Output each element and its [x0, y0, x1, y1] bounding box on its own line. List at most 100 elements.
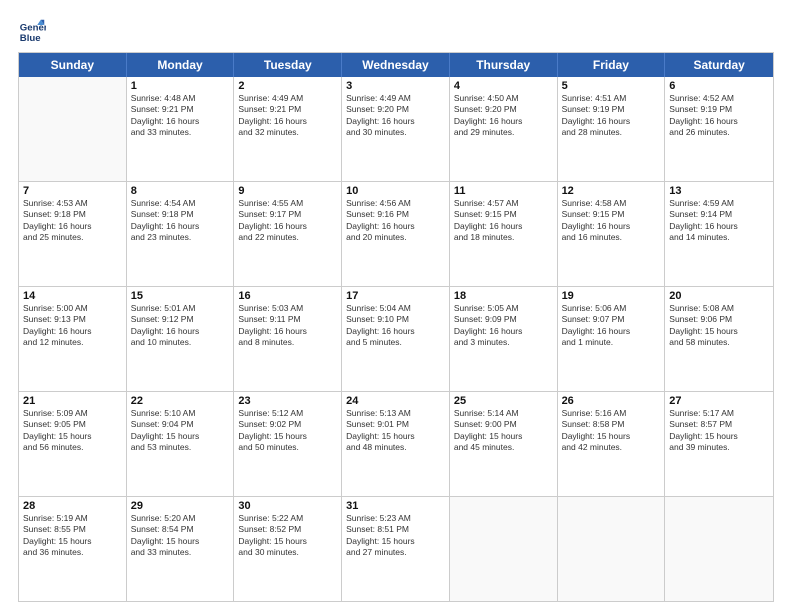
cal-cell-14: 14Sunrise: 5:00 AM Sunset: 9:13 PM Dayli… — [19, 287, 127, 391]
cell-info-19: Sunrise: 5:06 AM Sunset: 9:07 PM Dayligh… — [562, 303, 661, 349]
cell-info-13: Sunrise: 4:59 AM Sunset: 9:14 PM Dayligh… — [669, 198, 769, 244]
cal-cell-16: 16Sunrise: 5:03 AM Sunset: 9:11 PM Dayli… — [234, 287, 342, 391]
cell-info-28: Sunrise: 5:19 AM Sunset: 8:55 PM Dayligh… — [23, 513, 122, 559]
cell-date-27: 27 — [669, 395, 769, 407]
cal-cell-13: 13Sunrise: 4:59 AM Sunset: 9:14 PM Dayli… — [665, 182, 773, 286]
cell-date-24: 24 — [346, 395, 445, 407]
cell-info-15: Sunrise: 5:01 AM Sunset: 9:12 PM Dayligh… — [131, 303, 230, 349]
cal-cell-7: 7Sunrise: 4:53 AM Sunset: 9:18 PM Daylig… — [19, 182, 127, 286]
cell-info-25: Sunrise: 5:14 AM Sunset: 9:00 PM Dayligh… — [454, 408, 553, 454]
cal-cell-29: 29Sunrise: 5:20 AM Sunset: 8:54 PM Dayli… — [127, 497, 235, 601]
cell-date-26: 26 — [562, 395, 661, 407]
cell-date-6: 6 — [669, 80, 769, 92]
cal-cell-11: 11Sunrise: 4:57 AM Sunset: 9:15 PM Dayli… — [450, 182, 558, 286]
cal-cell-1: 1Sunrise: 4:48 AM Sunset: 9:21 PM Daylig… — [127, 77, 235, 181]
cal-cell-30: 30Sunrise: 5:22 AM Sunset: 8:52 PM Dayli… — [234, 497, 342, 601]
cal-cell-2: 2Sunrise: 4:49 AM Sunset: 9:21 PM Daylig… — [234, 77, 342, 181]
cell-info-27: Sunrise: 5:17 AM Sunset: 8:57 PM Dayligh… — [669, 408, 769, 454]
cal-cell-28: 28Sunrise: 5:19 AM Sunset: 8:55 PM Dayli… — [19, 497, 127, 601]
calendar-row-3: 14Sunrise: 5:00 AM Sunset: 9:13 PM Dayli… — [19, 287, 773, 392]
cell-info-29: Sunrise: 5:20 AM Sunset: 8:54 PM Dayligh… — [131, 513, 230, 559]
cal-cell-4: 4Sunrise: 4:50 AM Sunset: 9:20 PM Daylig… — [450, 77, 558, 181]
cell-date-13: 13 — [669, 185, 769, 197]
cal-cell-empty-0-0 — [19, 77, 127, 181]
cell-info-17: Sunrise: 5:04 AM Sunset: 9:10 PM Dayligh… — [346, 303, 445, 349]
cal-cell-24: 24Sunrise: 5:13 AM Sunset: 9:01 PM Dayli… — [342, 392, 450, 496]
header-day-wednesday: Wednesday — [342, 53, 450, 77]
cell-date-18: 18 — [454, 290, 553, 302]
cell-info-8: Sunrise: 4:54 AM Sunset: 9:18 PM Dayligh… — [131, 198, 230, 244]
calendar-row-2: 7Sunrise: 4:53 AM Sunset: 9:18 PM Daylig… — [19, 182, 773, 287]
cell-date-3: 3 — [346, 80, 445, 92]
cell-date-17: 17 — [346, 290, 445, 302]
cell-info-23: Sunrise: 5:12 AM Sunset: 9:02 PM Dayligh… — [238, 408, 337, 454]
cell-date-15: 15 — [131, 290, 230, 302]
cell-date-14: 14 — [23, 290, 122, 302]
calendar-row-1: 1Sunrise: 4:48 AM Sunset: 9:21 PM Daylig… — [19, 77, 773, 182]
cell-date-2: 2 — [238, 80, 337, 92]
cell-info-26: Sunrise: 5:16 AM Sunset: 8:58 PM Dayligh… — [562, 408, 661, 454]
cell-date-16: 16 — [238, 290, 337, 302]
cell-date-7: 7 — [23, 185, 122, 197]
cell-date-25: 25 — [454, 395, 553, 407]
cell-info-9: Sunrise: 4:55 AM Sunset: 9:17 PM Dayligh… — [238, 198, 337, 244]
cell-date-12: 12 — [562, 185, 661, 197]
cell-date-19: 19 — [562, 290, 661, 302]
cell-date-29: 29 — [131, 500, 230, 512]
cell-info-3: Sunrise: 4:49 AM Sunset: 9:20 PM Dayligh… — [346, 93, 445, 139]
cal-cell-23: 23Sunrise: 5:12 AM Sunset: 9:02 PM Dayli… — [234, 392, 342, 496]
cell-info-31: Sunrise: 5:23 AM Sunset: 8:51 PM Dayligh… — [346, 513, 445, 559]
calendar: SundayMondayTuesdayWednesdayThursdayFrid… — [18, 52, 774, 602]
cell-date-21: 21 — [23, 395, 122, 407]
cell-date-10: 10 — [346, 185, 445, 197]
logo: General Blue — [18, 18, 48, 46]
cal-cell-25: 25Sunrise: 5:14 AM Sunset: 9:00 PM Dayli… — [450, 392, 558, 496]
cal-cell-26: 26Sunrise: 5:16 AM Sunset: 8:58 PM Dayli… — [558, 392, 666, 496]
cell-date-22: 22 — [131, 395, 230, 407]
cal-cell-15: 15Sunrise: 5:01 AM Sunset: 9:12 PM Dayli… — [127, 287, 235, 391]
header-day-tuesday: Tuesday — [234, 53, 342, 77]
cell-date-9: 9 — [238, 185, 337, 197]
header-day-thursday: Thursday — [450, 53, 558, 77]
cell-date-23: 23 — [238, 395, 337, 407]
cal-cell-18: 18Sunrise: 5:05 AM Sunset: 9:09 PM Dayli… — [450, 287, 558, 391]
cell-info-24: Sunrise: 5:13 AM Sunset: 9:01 PM Dayligh… — [346, 408, 445, 454]
cell-info-11: Sunrise: 4:57 AM Sunset: 9:15 PM Dayligh… — [454, 198, 553, 244]
cell-info-16: Sunrise: 5:03 AM Sunset: 9:11 PM Dayligh… — [238, 303, 337, 349]
cell-info-5: Sunrise: 4:51 AM Sunset: 9:19 PM Dayligh… — [562, 93, 661, 139]
calendar-row-5: 28Sunrise: 5:19 AM Sunset: 8:55 PM Dayli… — [19, 497, 773, 601]
cell-date-4: 4 — [454, 80, 553, 92]
cal-cell-empty-4-4 — [450, 497, 558, 601]
cell-info-6: Sunrise: 4:52 AM Sunset: 9:19 PM Dayligh… — [669, 93, 769, 139]
header-day-saturday: Saturday — [665, 53, 773, 77]
cal-cell-empty-4-5 — [558, 497, 666, 601]
svg-text:Blue: Blue — [20, 33, 41, 44]
calendar-body: 1Sunrise: 4:48 AM Sunset: 9:21 PM Daylig… — [19, 77, 773, 601]
cell-info-20: Sunrise: 5:08 AM Sunset: 9:06 PM Dayligh… — [669, 303, 769, 349]
cell-date-1: 1 — [131, 80, 230, 92]
header-day-sunday: Sunday — [19, 53, 127, 77]
header: General Blue — [18, 18, 774, 46]
cal-cell-10: 10Sunrise: 4:56 AM Sunset: 9:16 PM Dayli… — [342, 182, 450, 286]
cell-info-1: Sunrise: 4:48 AM Sunset: 9:21 PM Dayligh… — [131, 93, 230, 139]
cell-date-8: 8 — [131, 185, 230, 197]
cell-date-30: 30 — [238, 500, 337, 512]
cell-info-10: Sunrise: 4:56 AM Sunset: 9:16 PM Dayligh… — [346, 198, 445, 244]
cal-cell-3: 3Sunrise: 4:49 AM Sunset: 9:20 PM Daylig… — [342, 77, 450, 181]
cell-date-20: 20 — [669, 290, 769, 302]
cal-cell-22: 22Sunrise: 5:10 AM Sunset: 9:04 PM Dayli… — [127, 392, 235, 496]
cal-cell-9: 9Sunrise: 4:55 AM Sunset: 9:17 PM Daylig… — [234, 182, 342, 286]
cal-cell-17: 17Sunrise: 5:04 AM Sunset: 9:10 PM Dayli… — [342, 287, 450, 391]
cal-cell-31: 31Sunrise: 5:23 AM Sunset: 8:51 PM Dayli… — [342, 497, 450, 601]
cal-cell-5: 5Sunrise: 4:51 AM Sunset: 9:19 PM Daylig… — [558, 77, 666, 181]
cell-info-21: Sunrise: 5:09 AM Sunset: 9:05 PM Dayligh… — [23, 408, 122, 454]
cell-date-11: 11 — [454, 185, 553, 197]
calendar-header: SundayMondayTuesdayWednesdayThursdayFrid… — [19, 53, 773, 77]
cell-info-22: Sunrise: 5:10 AM Sunset: 9:04 PM Dayligh… — [131, 408, 230, 454]
cell-info-2: Sunrise: 4:49 AM Sunset: 9:21 PM Dayligh… — [238, 93, 337, 139]
cal-cell-empty-4-6 — [665, 497, 773, 601]
cell-info-7: Sunrise: 4:53 AM Sunset: 9:18 PM Dayligh… — [23, 198, 122, 244]
cell-date-28: 28 — [23, 500, 122, 512]
cell-date-31: 31 — [346, 500, 445, 512]
cal-cell-6: 6Sunrise: 4:52 AM Sunset: 9:19 PM Daylig… — [665, 77, 773, 181]
